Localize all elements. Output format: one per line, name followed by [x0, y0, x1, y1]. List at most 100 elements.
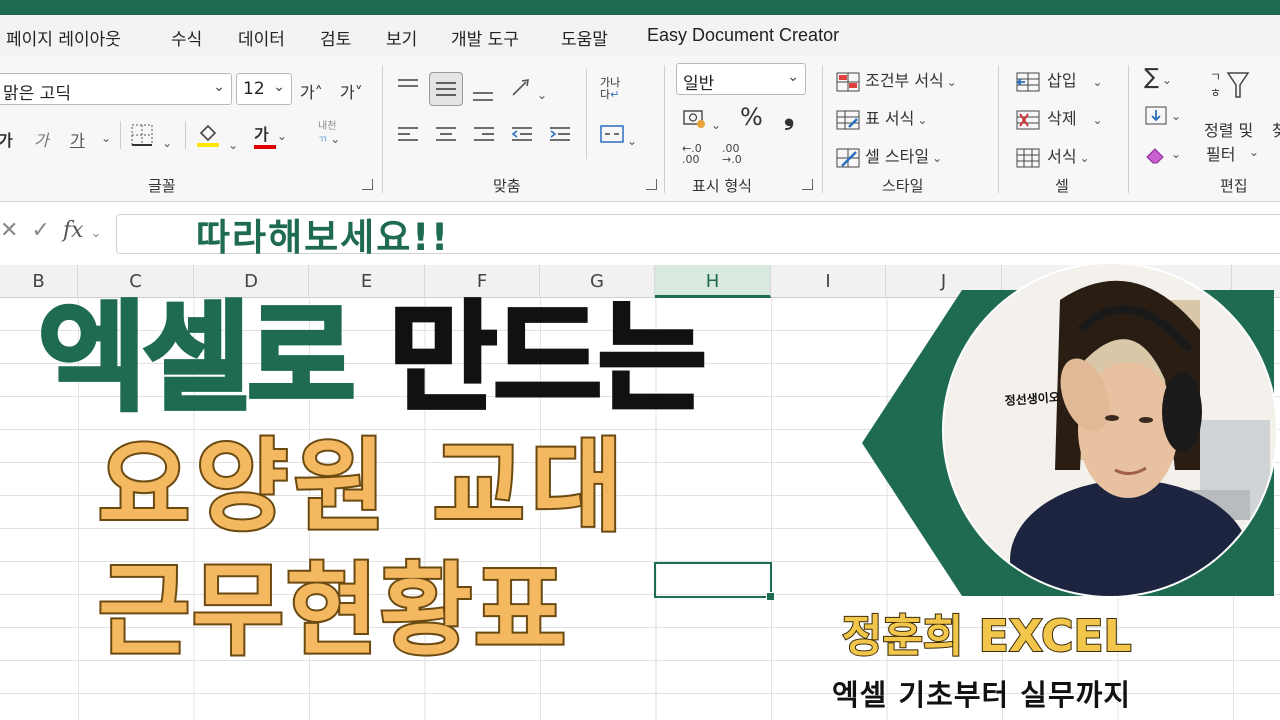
- tab-review[interactable]: 검토: [320, 25, 351, 50]
- wrap-text-icon: 가나 다↵: [600, 76, 621, 101]
- number-format-combo[interactable]: 일반 ⌄: [676, 63, 806, 95]
- font-name-combo[interactable]: 맑은 고딕 ⌄: [0, 73, 232, 105]
- group-separator: [586, 69, 587, 159]
- align-left-icon[interactable]: [396, 125, 420, 147]
- group-separator: [1128, 65, 1129, 193]
- chevron-down-icon[interactable]: ⌄: [90, 226, 101, 241]
- borders-button[interactable]: ⌄: [130, 123, 172, 151]
- font-size-value: 12: [243, 79, 265, 99]
- orientation-button[interactable]: ⌄: [510, 77, 547, 103]
- format-cells-button[interactable]: 서식 ⌄: [1016, 143, 1090, 168]
- group-separator: [998, 65, 999, 193]
- font-color-label: 가: [254, 125, 269, 144]
- merge-center-button[interactable]: ⌄: [600, 123, 637, 149]
- underline-button[interactable]: 가: [70, 127, 85, 151]
- title-line-1: 엑셀로 만드는: [36, 291, 708, 425]
- chevron-down-icon[interactable]: ⌄: [1246, 141, 1259, 160]
- eraser-icon: [1146, 147, 1164, 163]
- decrease-indent-icon[interactable]: [510, 125, 534, 147]
- column-header[interactable]: J: [886, 265, 1002, 298]
- increase-font-size-button[interactable]: 가˄: [300, 79, 323, 103]
- align-middle-button[interactable]: [429, 72, 463, 106]
- delete-cells-icon: [1016, 110, 1040, 129]
- column-header[interactable]: I: [771, 265, 886, 298]
- sort-filter-button[interactable]: ㄱㅎ: [1208, 67, 1252, 107]
- align-middle-icon: [436, 82, 456, 96]
- format-as-table-label: 표 서식: [865, 109, 915, 128]
- group-label-cells: 셀: [1055, 177, 1069, 195]
- alignment-dialog-launcher[interactable]: [646, 179, 657, 190]
- sort-filter-label-1: 정렬 및: [1204, 121, 1254, 140]
- increase-decimal-button[interactable]: ←.0 .00: [682, 143, 702, 165]
- fill-button[interactable]: ⌄: [1144, 105, 1181, 126]
- percent-style-button[interactable]: %: [740, 103, 763, 131]
- insert-cells-icon: [1016, 72, 1040, 91]
- cell-styles-button[interactable]: 셀 스타일 ⌄: [836, 143, 942, 168]
- clear-button[interactable]: ⌄: [1144, 143, 1181, 164]
- conditional-formatting-icon: [836, 72, 860, 91]
- channel-brand: 정훈희 EXCEL: [841, 610, 1133, 663]
- chevron-down-icon[interactable]: ⌄: [98, 127, 111, 146]
- sum-icon: ∑: [1144, 65, 1159, 90]
- insert-cells-button[interactable]: 삽입 ⌄: [1016, 67, 1103, 92]
- svg-text:ㅎ: ㅎ: [1210, 86, 1221, 100]
- fill-color-button[interactable]: ⌄: [196, 121, 238, 153]
- insert-function-button[interactable]: fx: [63, 218, 84, 243]
- conditional-formatting-button[interactable]: 조건부 서식 ⌄: [836, 67, 957, 92]
- divider: [120, 121, 121, 149]
- cancel-icon[interactable]: ✕: [0, 218, 18, 243]
- group-label-number: 표시 형식: [692, 177, 752, 195]
- tab-help[interactable]: 도움말: [561, 25, 608, 50]
- tab-easy-document-creator[interactable]: Easy Document Creator: [647, 25, 839, 46]
- number-dialog-launcher[interactable]: [802, 179, 813, 190]
- group-separator: [664, 65, 665, 193]
- font-size-combo[interactable]: 12 ⌄: [236, 73, 292, 105]
- svg-text:ㄱ: ㄱ: [1210, 70, 1221, 84]
- tab-view[interactable]: 보기: [386, 25, 417, 50]
- tab-data[interactable]: 데이터: [238, 25, 285, 50]
- increase-indent-icon[interactable]: [548, 125, 572, 147]
- borders-icon: [131, 124, 153, 146]
- format-as-table-button[interactable]: 표 서식 ⌄: [836, 105, 927, 130]
- fill-bucket-icon: [197, 124, 219, 147]
- align-bottom-icon[interactable]: [471, 83, 495, 103]
- align-right-icon[interactable]: [472, 125, 496, 147]
- title-line-2: 요양원 교대: [96, 428, 629, 545]
- enter-check-icon[interactable]: ✓: [31, 218, 49, 243]
- column-header[interactable]: K: [1002, 265, 1117, 298]
- font-dialog-launcher[interactable]: [362, 179, 373, 190]
- title-line-1-green: 엑셀로: [36, 289, 358, 427]
- title-line-1-black: 만드는: [387, 289, 709, 427]
- wrap-text-button[interactable]: 가나 다↵: [600, 77, 620, 101]
- tab-page-layout[interactable]: 페이지 레이아웃: [6, 25, 121, 50]
- decrease-decimal-button[interactable]: .00 →.0: [722, 143, 742, 165]
- group-separator: [822, 65, 823, 193]
- phonetic-guide-button[interactable]: 내천 ㄲ ⌄: [318, 121, 340, 147]
- insert-cells-label: 삽입: [1047, 71, 1077, 90]
- fill-down-icon: [1145, 106, 1167, 124]
- format-as-table-icon: [836, 110, 860, 129]
- comma-style-button[interactable]: ❟: [784, 101, 794, 132]
- italic-button[interactable]: 가: [34, 127, 49, 151]
- tab-developer[interactable]: 개발 도구: [451, 25, 519, 50]
- delete-cells-label: 삭제: [1047, 109, 1077, 128]
- cell-styles-icon: [836, 148, 860, 167]
- column-header[interactable]: L: [1117, 265, 1232, 298]
- active-cell[interactable]: [654, 562, 775, 601]
- align-top-icon[interactable]: [396, 77, 420, 97]
- decrease-font-size-button[interactable]: 가˅: [340, 79, 363, 103]
- sort-filter-icon: ㄱㅎ: [1210, 70, 1250, 100]
- align-center-icon[interactable]: [434, 125, 458, 147]
- accounting-format-button[interactable]: ⌄: [682, 107, 721, 133]
- tab-formulas[interactable]: 수식: [171, 25, 202, 50]
- find-select-label[interactable]: 찾: [1272, 117, 1280, 141]
- bold-button[interactable]: 가: [0, 127, 13, 151]
- group-label-font: 글꼴: [148, 177, 176, 195]
- font-color-button[interactable]: 가 ⌄: [254, 121, 287, 149]
- delete-cells-button[interactable]: 삭제 ⌄: [1016, 105, 1103, 130]
- format-cells-icon: [1016, 148, 1040, 167]
- phonetic-label: 내천: [318, 121, 337, 132]
- accounting-icon: [683, 110, 705, 128]
- autosum-button[interactable]: ∑ ⌄: [1144, 65, 1172, 90]
- orientation-icon: [512, 79, 529, 96]
